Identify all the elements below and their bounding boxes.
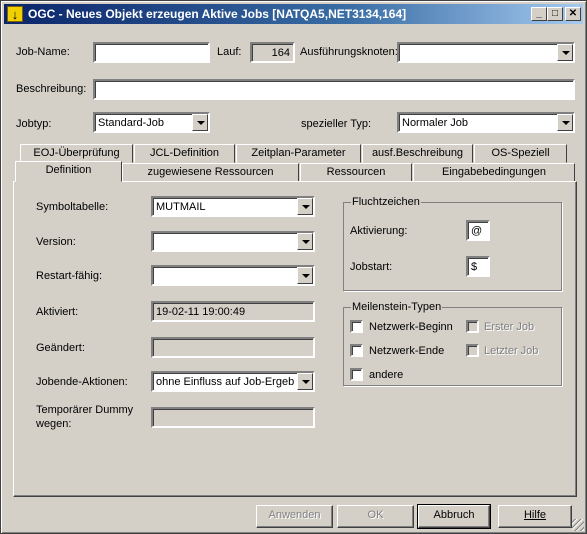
dummy-field — [151, 407, 315, 428]
tab-exec-description[interactable]: ausf.Beschreibung — [362, 144, 473, 163]
tab-assigned-resources[interactable]: zugewiesene Ressourcen — [122, 163, 299, 182]
app-icon[interactable]: ↓ — [7, 6, 23, 22]
special-type-label: spezieller Typ: — [301, 118, 372, 130]
chevron-down-icon[interactable] — [557, 114, 573, 131]
jobend-select[interactable]: ohne Einfluss auf Job-Ergebnis — [151, 371, 315, 392]
tab-input-conditions[interactable]: Eingabebedingungen — [413, 163, 575, 182]
first-job-checkbox — [466, 320, 479, 333]
network-begin-checkbox[interactable] — [350, 320, 363, 333]
chevron-down-icon[interactable] — [297, 373, 313, 390]
close-button[interactable]: ✕ — [565, 7, 581, 21]
tab-definition[interactable]: Definition — [15, 161, 122, 182]
jobend-value: ohne Einfluss auf Job-Ergebnis — [156, 376, 295, 388]
dummy-label-2: wegen: — [36, 418, 72, 430]
other-checkbox[interactable] — [350, 368, 363, 381]
tab-resources[interactable]: Ressourcen — [300, 163, 412, 182]
title-bar[interactable]: ↓ OGC - Neues Objekt erzeugen Aktive Job… — [4, 4, 583, 24]
version-select[interactable] — [151, 231, 315, 252]
jobend-label: Jobende-Aktionen: — [36, 376, 128, 388]
maximize-button[interactable]: □ — [547, 7, 563, 21]
restart-select[interactable] — [151, 265, 315, 286]
last-job-label: Letzter Job — [484, 345, 539, 357]
chevron-down-icon[interactable] — [192, 114, 208, 131]
apply-button[interactable]: Anwenden — [256, 505, 333, 528]
jobtype-label: Jobtyp: — [16, 118, 52, 130]
network-begin-label: Netzwerk-Beginn — [369, 321, 453, 333]
description-label: Beschreibung: — [16, 83, 87, 95]
node-select[interactable] — [397, 42, 575, 63]
description-input[interactable] — [93, 79, 575, 100]
escape-title: Fluchtzeichen — [351, 196, 421, 208]
node-label: Ausführungsknoten: — [300, 46, 398, 58]
network-end-label: Netzwerk-Ende — [369, 345, 445, 357]
minimize-button[interactable]: _ — [531, 7, 547, 21]
ok-label: OK — [367, 509, 384, 521]
restart-label: Restart-fähig: — [36, 270, 103, 282]
last-job-checkbox — [466, 344, 479, 357]
special-type-select[interactable]: Normaler Job — [397, 112, 575, 133]
dialog-window: ↓ OGC - Neues Objekt erzeugen Aktive Job… — [0, 0, 587, 534]
tab-schedule-parameters[interactable]: Zeitplan-Parameter — [236, 144, 361, 163]
window-title: OGC - Neues Objekt erzeugen Aktive Jobs … — [28, 7, 407, 21]
job-name-input[interactable] — [93, 42, 210, 63]
version-label: Version: — [36, 236, 76, 248]
job-name-label: Job-Name: — [16, 46, 70, 58]
activated-field: 19-02-11 19:00:49 — [151, 301, 315, 322]
changed-label: Geändert: — [36, 342, 85, 354]
lauf-label: Lauf: — [217, 46, 242, 58]
first-job-label: Erster Job — [484, 321, 535, 333]
tab-os-specific[interactable]: OS-Speziell — [474, 144, 567, 163]
tab-jcl-definition[interactable]: JCL-Definition — [134, 144, 235, 163]
jobstart-label: Jobstart: — [350, 261, 393, 273]
dummy-label: Temporärer Dummy — [36, 404, 134, 416]
symboltable-label: Symboltabelle: — [36, 201, 109, 213]
chevron-down-icon[interactable] — [297, 267, 313, 284]
ok-button[interactable]: OK — [337, 505, 414, 528]
changed-field — [151, 337, 315, 358]
lauf-field: 164 — [250, 42, 295, 63]
cancel-label: Abbruch — [433, 509, 475, 521]
chevron-down-icon[interactable] — [297, 233, 313, 250]
jobtype-value: Standard-Job — [98, 117, 165, 129]
apply-label: Anwenden — [268, 509, 321, 521]
activation-label: Aktivierung: — [350, 225, 408, 237]
cancel-button[interactable]: Abbruch — [417, 504, 491, 529]
other-label: andere — [369, 369, 404, 381]
help-label: Hilfe — [523, 509, 546, 521]
special-type-value: Normaler Job — [402, 117, 469, 129]
activated-label: Aktiviert: — [36, 306, 79, 318]
escape-groupbox: Fluchtzeichen — [343, 196, 562, 291]
jobtype-select[interactable]: Standard-Job — [93, 112, 210, 133]
network-end-checkbox[interactable] — [350, 344, 363, 357]
symboltable-value: MUTMAIL — [156, 201, 206, 213]
activation-input[interactable]: @ — [466, 220, 490, 241]
chevron-down-icon[interactable] — [557, 44, 573, 61]
resize-grip-icon[interactable] — [572, 519, 584, 531]
milestone-title: Meilenstein-Typen — [351, 301, 443, 313]
chevron-down-icon[interactable] — [297, 198, 313, 215]
jobstart-input[interactable]: $ — [466, 256, 490, 277]
help-button[interactable]: Hilfe — [498, 505, 572, 528]
symboltable-select[interactable]: MUTMAIL — [151, 196, 315, 217]
